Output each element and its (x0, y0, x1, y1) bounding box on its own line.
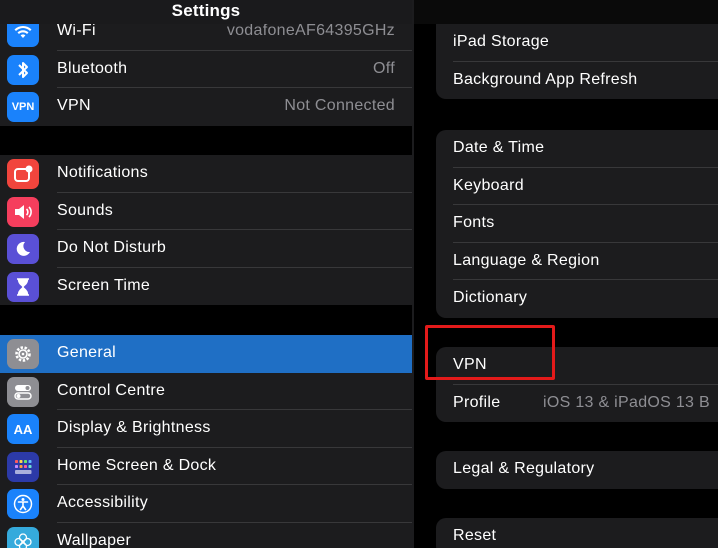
general-detail-pane: iPad Storage Background App Refresh Date… (414, 0, 718, 548)
detail-item-background-app-refresh[interactable]: Background App Refresh (436, 62, 718, 100)
bluetooth-status-value: Off (373, 59, 395, 77)
profile-value: iOS 13 & iPadOS 13 B (543, 393, 710, 411)
detail-item-label: Date & Time (453, 139, 545, 156)
sidebar-item-label: Control Centre (57, 381, 166, 399)
detail-item-label: Keyboard (453, 176, 524, 194)
text-size-icon: AA (7, 414, 39, 444)
sidebar-item-label: Wi-Fi (57, 22, 96, 39)
detail-group-storage: iPad Storage Background App Refresh (436, 24, 718, 99)
detail-item-legal-regulatory[interactable]: Legal & Regulatory (436, 451, 718, 489)
sidebar-item-label: Screen Time (57, 276, 151, 294)
sidebar-item-label: Home Screen & Dock (57, 456, 217, 474)
detail-item-profile[interactable]: Profile iOS 13 & iPadOS 13 B (436, 385, 718, 423)
gear-icon (7, 339, 39, 369)
detail-navigation-bar (414, 0, 718, 24)
sidebar-item-accessibility[interactable]: Accessibility (0, 485, 412, 523)
sidebar-item-do-not-disturb[interactable]: Do Not Disturb (0, 230, 412, 268)
detail-item-label: Reset (453, 527, 497, 544)
detail-item-keyboard[interactable]: Keyboard (436, 168, 718, 205)
sidebar-item-label: General (57, 344, 117, 361)
sidebar-item-wallpaper[interactable]: Wallpaper (0, 523, 412, 548)
sidebar-item-label: Accessibility (57, 494, 149, 511)
accessibility-icon (7, 489, 39, 519)
sidebar-item-vpn[interactable]: VPN VPN Not Connected (0, 88, 412, 126)
sidebar-item-label: Bluetooth (57, 59, 128, 77)
hourglass-icon (7, 271, 39, 302)
sidebar-item-notifications[interactable]: Notifications (0, 155, 412, 193)
detail-group-locale: Date & Time Keyboard Fonts Language & Re… (436, 130, 718, 318)
bluetooth-icon (7, 54, 39, 85)
sidebar-item-label: Sounds (57, 201, 114, 219)
grid-icon (7, 451, 39, 482)
detail-group-reset: Reset (436, 518, 718, 548)
notifications-icon (7, 159, 39, 189)
sidebar-item-label: Wallpaper (57, 531, 132, 548)
sidebar-group-connectivity: Wi-Fi vodafoneAF64395GHz Bluetooth Off V… (0, 13, 412, 126)
detail-group-legal: Legal & Regulatory (436, 451, 718, 489)
wifi-network-value: vodafoneAF64395GHz (226, 22, 395, 39)
detail-item-label: Dictionary (453, 289, 528, 306)
sidebar-item-bluetooth[interactable]: Bluetooth Off (0, 51, 412, 88)
vpn-status-value: Not Connected (284, 97, 395, 114)
sidebar-item-home-screen-dock[interactable]: Home Screen & Dock (0, 448, 412, 485)
detail-item-ipad-storage[interactable]: iPad Storage (436, 24, 718, 62)
sidebar-item-label: Display & Brightness (57, 419, 211, 436)
detail-item-reset[interactable]: Reset (436, 518, 718, 548)
moon-icon (7, 234, 39, 264)
settings-sidebar: Wi-Fi vodafoneAF64395GHz Bluetooth Off V… (0, 0, 412, 548)
detail-item-dictionary[interactable]: Dictionary (436, 280, 718, 318)
detail-item-fonts[interactable]: Fonts (436, 205, 718, 243)
sidebar-item-general[interactable]: General (0, 335, 412, 373)
vpn-highlight-box (425, 325, 555, 380)
sidebar-item-display-brightness[interactable]: AA Display & Brightness (0, 410, 412, 448)
sidebar-item-screen-time[interactable]: Screen Time (0, 268, 412, 306)
flower-icon (7, 526, 39, 548)
detail-item-label: iPad Storage (453, 33, 550, 50)
detail-item-label: Fonts (453, 214, 495, 231)
vpn-icon: VPN (7, 92, 39, 122)
page-title: Settings (171, 1, 241, 20)
sounds-icon (7, 196, 39, 227)
sidebar-item-sounds[interactable]: Sounds (0, 193, 412, 230)
sidebar-group-general: General Control Centre AA Display & Brig… (0, 335, 412, 548)
sidebar-group-notifications: Notifications Sounds Do Not Disturb Scre… (0, 155, 412, 305)
detail-item-label: Profile (453, 393, 501, 411)
sidebar-item-label: VPN (57, 97, 91, 114)
sidebar-item-control-centre[interactable]: Control Centre (0, 373, 412, 410)
sidebar-item-label: Do Not Disturb (57, 239, 167, 256)
detail-item-label: Language & Region (453, 251, 600, 269)
detail-item-language-region[interactable]: Language & Region (436, 243, 718, 280)
detail-item-label: Background App Refresh (453, 70, 638, 88)
detail-item-date-time[interactable]: Date & Time (436, 130, 718, 168)
sidebar-item-label: Notifications (57, 164, 149, 181)
toggles-icon (7, 376, 39, 407)
detail-item-label: Legal & Regulatory (453, 460, 595, 477)
sidebar-navigation-bar: Settings (0, 0, 412, 24)
